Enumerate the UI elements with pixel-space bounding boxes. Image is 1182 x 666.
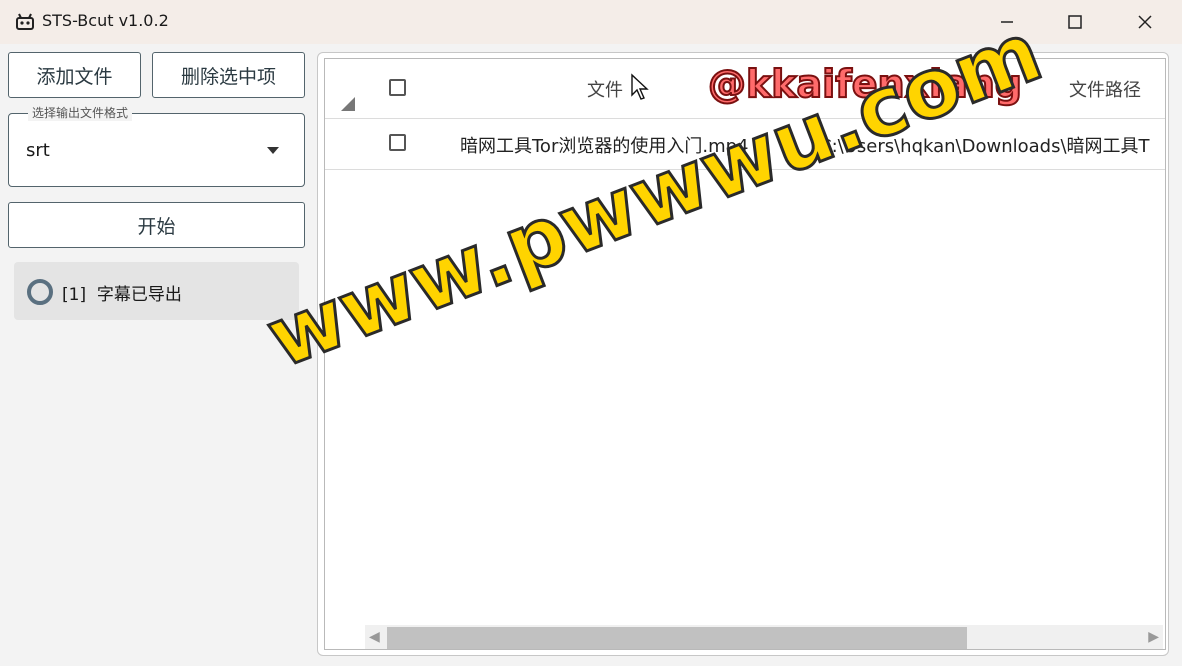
select-all-checkbox[interactable] — [389, 79, 406, 96]
scroll-right-icon[interactable]: ▶ — [1148, 629, 1159, 645]
start-button[interactable]: 开始 — [8, 202, 305, 248]
progress-ring-icon — [27, 279, 53, 305]
row-checkbox[interactable] — [389, 134, 406, 151]
file-path-cell: C:\Users\hqkan\Downloads\暗网工具T — [819, 136, 1150, 157]
table-header: 文件 文件路径 — [325, 59, 1165, 119]
close-button[interactable] — [1122, 0, 1168, 44]
status-item: [1] 字幕已导出 — [14, 262, 299, 320]
format-select[interactable] — [8, 113, 305, 187]
format-select-label: 选择输出文件格式 — [28, 104, 133, 121]
minimize-button[interactable] — [984, 0, 1030, 44]
minimize-icon — [1001, 21, 1013, 23]
title-bar: STS-Bcut v1.0.2 — [0, 0, 1182, 44]
horizontal-scrollbar[interactable]: ◀ ▶ — [365, 625, 1163, 649]
table-row[interactable]: 暗网工具Tor浏览器的使用入门.mp4 C:\Users\hqkan\Downl… — [325, 119, 1165, 170]
column-header-filename[interactable]: 文件 — [587, 76, 623, 102]
status-text: [1] 字幕已导出 — [62, 285, 182, 305]
column-header-filepath[interactable]: 文件路径 — [1069, 76, 1141, 102]
add-file-button[interactable]: 添加文件 — [8, 52, 141, 98]
sort-corner-icon[interactable] — [341, 97, 355, 111]
robot-app-icon — [16, 13, 34, 30]
mouse-cursor-icon — [631, 73, 649, 100]
file-table: 文件 文件路径 暗网工具Tor浏览器的使用入门.mp4 C:\Users\hqk… — [324, 58, 1166, 650]
close-icon — [1138, 15, 1152, 29]
maximize-icon — [1068, 15, 1082, 29]
format-select-value: srt — [26, 140, 50, 161]
scroll-left-icon[interactable]: ◀ — [369, 629, 380, 645]
delete-selected-button[interactable]: 删除选中项 — [152, 52, 305, 98]
scrollbar-thumb[interactable] — [387, 627, 967, 649]
file-name-cell: 暗网工具Tor浏览器的使用入门.mp4 — [460, 136, 749, 157]
maximize-button[interactable] — [1052, 0, 1098, 44]
chevron-down-icon[interactable] — [267, 147, 279, 154]
window-title: STS-Bcut v1.0.2 — [42, 11, 169, 30]
